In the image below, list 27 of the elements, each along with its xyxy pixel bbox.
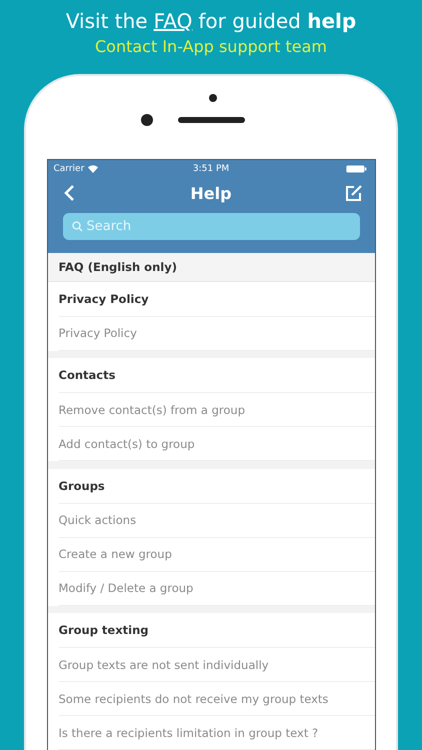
- tagline: Contact In-App support team: [95, 37, 327, 56]
- speaker-icon: [178, 117, 245, 123]
- faq-row[interactable]: FAQ (English only): [48, 253, 374, 282]
- status-time: 3:51 PM: [192, 164, 230, 174]
- list-item[interactable]: Some recipients do not receive my group texts: [58, 682, 374, 716]
- section-heading: Group texting: [58, 613, 374, 648]
- back-icon: [62, 184, 74, 202]
- list-item[interactable]: Quick actions: [58, 504, 374, 538]
- list-item[interactable]: Is there a recipients limitation in group text ?: [58, 716, 374, 750]
- section-heading: Groups: [58, 468, 374, 504]
- headline-text: Visit the: [66, 9, 148, 33]
- list-item[interactable]: Remove contact(s) from a group: [58, 393, 374, 428]
- compose-icon: [344, 184, 362, 202]
- sensor-icon: [209, 94, 217, 102]
- screen-title: Help: [190, 184, 232, 202]
- list-item[interactable]: Group texts are not sent individually: [58, 648, 374, 682]
- search-field[interactable]: Search: [62, 213, 360, 240]
- section-heading: Contacts: [58, 358, 374, 394]
- section-heading: Privacy Policy: [58, 282, 374, 317]
- faq-link[interactable]: FAQ: [154, 9, 192, 33]
- list-item[interactable]: Create a new group: [58, 538, 374, 572]
- battery-icon: [346, 165, 367, 172]
- headline-text: for guided help: [198, 9, 356, 33]
- search-icon: [72, 221, 82, 232]
- carrier-label: Carrier: [54, 164, 84, 174]
- wifi-icon: [88, 164, 98, 172]
- camera-icon: [141, 114, 153, 126]
